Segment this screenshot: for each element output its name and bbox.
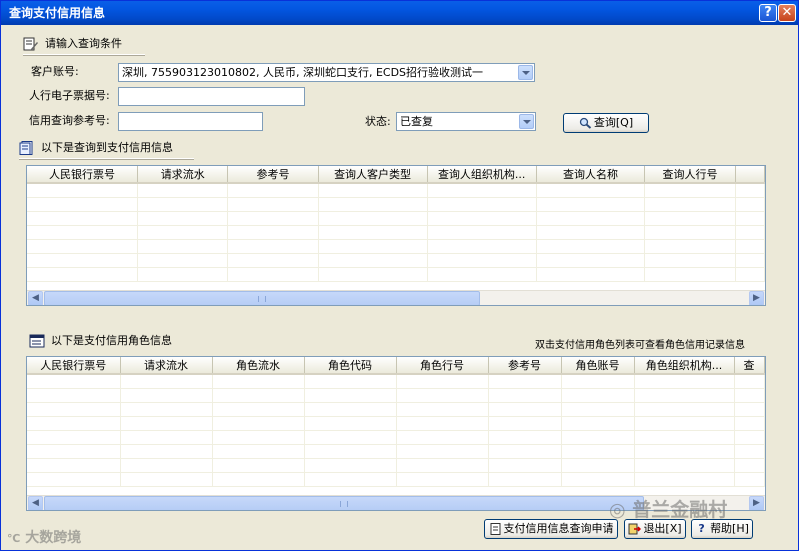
table-row[interactable]: [27, 183, 765, 198]
table-row[interactable]: [27, 416, 765, 431]
query-button-label: 查询[Q]: [593, 116, 634, 129]
roles-table[interactable]: 人民银行票号 请求流水 角色流水 角色代码 角色行号 参考号 角色账号 角色组织…: [26, 356, 766, 511]
help-button[interactable]: ? 帮助[H]: [691, 519, 753, 539]
account-select[interactable]: 深圳, 755903123010802, 人民币, 深圳蛇口支行, ECDS招行…: [118, 63, 535, 82]
column-header[interactable]: 角色流水: [212, 357, 305, 375]
ref-label: 信用查询参考号:: [29, 114, 110, 127]
account-value: 深圳, 755903123010802, 人民币, 深圳蛇口支行, ECDS招行…: [122, 66, 484, 79]
edit-form-icon: [23, 37, 38, 51]
question-mark-icon: ?: [698, 522, 705, 535]
exit-door-icon: [628, 523, 642, 535]
watermark-left: ℃ 大数跨境: [7, 527, 81, 547]
ref-input[interactable]: [118, 112, 263, 131]
exit-button[interactable]: 退出[X]: [624, 519, 686, 539]
scroll-right-icon[interactable]: ▶: [749, 496, 764, 510]
query-section-header: 请输入查询条件: [23, 33, 145, 55]
column-header: [735, 166, 765, 184]
table-row[interactable]: [27, 253, 765, 268]
query-section-title: 请输入查询条件: [45, 37, 122, 50]
account-label: 客户账号:: [31, 65, 79, 78]
roles-section-header: 以下是支付信用角色信息: [29, 330, 199, 352]
watermark-left-text: 大数跨境: [25, 530, 82, 546]
table-row[interactable]: [27, 444, 765, 459]
document-icon: [490, 523, 500, 535]
table-row[interactable]: [27, 197, 765, 212]
roles-header-row: 人民银行票号 请求流水 角色流水 角色代码 角色行号 参考号 角色账号 角色组织…: [27, 357, 765, 375]
column-header[interactable]: 角色账号: [561, 357, 635, 375]
chevron-down-icon[interactable]: [518, 65, 533, 80]
scroll-right-icon[interactable]: ▶: [749, 291, 764, 305]
table-row[interactable]: [27, 374, 765, 389]
status-label: 状态:: [365, 115, 391, 128]
scroll-thumb[interactable]: [44, 291, 480, 305]
column-header[interactable]: 角色行号: [396, 357, 489, 375]
table-row[interactable]: [27, 388, 765, 403]
results-section-header: 以下是查询到支付信用信息: [19, 137, 194, 159]
ticket-input[interactable]: [118, 87, 305, 106]
table-row[interactable]: [27, 402, 765, 417]
column-header[interactable]: 查询人名称: [536, 166, 646, 184]
results-section-title: 以下是查询到支付信用信息: [41, 141, 173, 154]
column-header[interactable]: 人民银行票号: [27, 357, 121, 375]
main-window: 查询支付信用信息 ? ✕ 请输入查询条件 客户账号: 深圳, 755903123…: [0, 0, 799, 551]
column-header[interactable]: 参考号: [227, 166, 319, 184]
column-header[interactable]: 角色组织机构...: [634, 357, 735, 375]
table-row[interactable]: [27, 430, 765, 445]
exit-button-label: 退出[X]: [643, 522, 682, 535]
table-row[interactable]: [27, 211, 765, 226]
query-button[interactable]: 查询[Q]: [563, 113, 649, 133]
scroll-left-icon[interactable]: ◀: [28, 291, 43, 305]
results-header-row: 人民银行票号 请求流水 参考号 查询人客户类型 查询人组织机构... 查询人名称…: [27, 166, 765, 184]
scroll-left-icon[interactable]: ◀: [28, 496, 43, 510]
table-row[interactable]: [27, 267, 765, 282]
help-icon[interactable]: ?: [759, 4, 777, 22]
ticket-label: 人行电子票据号:: [29, 89, 110, 102]
roles-hint: 双击支付信用角色列表可查看角色信用记录信息: [535, 340, 745, 351]
chevron-down-icon[interactable]: [519, 114, 534, 129]
column-header[interactable]: 查: [734, 357, 765, 375]
title-bar: 查询支付信用信息: [1, 1, 798, 25]
status-select[interactable]: 已查复: [396, 112, 536, 131]
apply-button-label: 支付信用信息查询申请: [503, 522, 614, 535]
scroll-thumb[interactable]: [44, 496, 644, 510]
column-header[interactable]: 请求流水: [137, 166, 229, 184]
column-header[interactable]: 查询人客户类型: [318, 166, 428, 184]
status-value: 已查复: [400, 115, 433, 128]
column-header[interactable]: 人民银行票号: [27, 166, 139, 184]
magnifier-icon: [579, 117, 592, 129]
results-table[interactable]: 人民银行票号 请求流水 参考号 查询人客户类型 查询人组织机构... 查询人名称…: [26, 165, 766, 306]
column-header[interactable]: 请求流水: [120, 357, 213, 375]
column-header[interactable]: 查询人行号: [644, 166, 736, 184]
chat-bubble-icon: ◎: [609, 499, 626, 521]
table-row[interactable]: [27, 239, 765, 254]
window-icon: [29, 334, 45, 348]
column-header[interactable]: 参考号: [488, 357, 562, 375]
watermark-logo-icon: ℃: [7, 532, 21, 545]
column-header[interactable]: 查询人组织机构...: [427, 166, 537, 184]
table-row[interactable]: [27, 472, 765, 487]
window-title: 查询支付信用信息: [9, 6, 106, 20]
column-header[interactable]: 角色代码: [304, 357, 397, 375]
watermark-right: ◎ 普兰金融村: [609, 495, 727, 522]
table-row[interactable]: [27, 225, 765, 240]
apply-button[interactable]: 支付信用信息查询申请: [484, 519, 618, 539]
results-scrollbar[interactable]: ◀ ▶: [27, 290, 765, 305]
close-icon[interactable]: ✕: [778, 4, 796, 22]
document-icon: [19, 141, 33, 155]
table-row[interactable]: [27, 458, 765, 473]
watermark-right-text: 普兰金融村: [632, 499, 728, 521]
roles-section-title: 以下是支付信用角色信息: [51, 334, 172, 347]
help-button-label: 帮助[H]: [710, 522, 749, 535]
